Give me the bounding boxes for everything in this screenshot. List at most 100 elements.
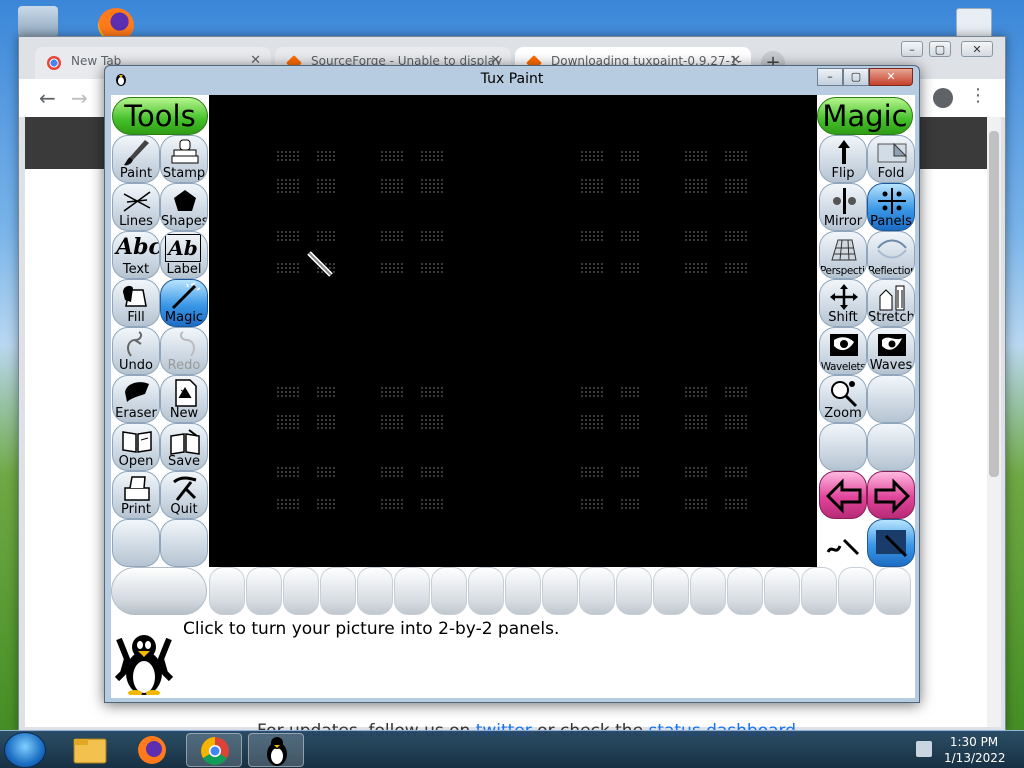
magic-paint-mode-button[interactable] [819, 519, 867, 567]
tool-paint-button[interactable]: Paint [112, 135, 160, 183]
tool-fill-button[interactable]: Fill [112, 279, 160, 327]
color-swatch[interactable] [320, 567, 356, 615]
fold-icon [877, 142, 908, 163]
save-book-icon [170, 429, 200, 455]
paintbrush-icon [124, 140, 149, 166]
drawing-canvas[interactable] [209, 95, 817, 567]
color-swatch[interactable] [357, 567, 393, 615]
window-title: Tux Paint [480, 71, 544, 87]
menu-dots-icon[interactable]: ⋮ [969, 85, 987, 106]
tool-redo-button[interactable]: Redo [160, 327, 208, 375]
network-icon[interactable] [916, 741, 932, 757]
magic-label: Reflection [868, 265, 915, 277]
close-button[interactable]: ✕ [961, 41, 993, 57]
maximize-button[interactable]: ▢ [929, 41, 951, 57]
printer-icon [124, 476, 150, 501]
tool-print-button[interactable]: Print [112, 471, 160, 519]
tool-open-button[interactable]: Open [112, 423, 160, 471]
tool-label: Shapes [161, 214, 208, 229]
tool-eraser-button[interactable]: Eraser [112, 375, 160, 423]
scrollbar[interactable] [987, 117, 1001, 727]
magic-empty-slot [819, 423, 867, 471]
page-right-button[interactable] [867, 471, 915, 519]
color-swatch[interactable] [690, 567, 726, 615]
arrow-right-icon [874, 478, 911, 514]
magic-label: Fold [877, 166, 905, 181]
start-button[interactable] [4, 732, 46, 768]
minimize-button[interactable]: – [901, 41, 923, 57]
tool-undo-button[interactable]: Undo [112, 327, 160, 375]
color-swatch[interactable] [394, 567, 430, 615]
open-book-icon [122, 431, 152, 453]
tool-label-button[interactable]: Ab Label [160, 231, 208, 279]
taskbar-explorer-button[interactable] [62, 733, 118, 767]
page-left-button[interactable] [819, 471, 867, 519]
magic-wavelets-button[interactable]: Wavelets [819, 327, 867, 375]
wavelets-icon [830, 334, 858, 356]
color-swatch[interactable] [727, 567, 763, 615]
color-swatch[interactable] [468, 567, 504, 615]
close-button[interactable]: ✕ [869, 68, 913, 86]
color-swatch[interactable] [801, 567, 837, 615]
tool-save-button[interactable]: Save [160, 423, 208, 471]
tool-lines-button[interactable]: Lines [112, 183, 160, 231]
undo-icon [127, 331, 143, 357]
quit-x-icon [173, 476, 197, 501]
scroll-thumb[interactable] [989, 131, 999, 477]
color-swatch[interactable] [246, 567, 282, 615]
window-controls: – ▢ ✕ [817, 68, 913, 86]
tux-penguin-icon [114, 635, 174, 695]
clock[interactable]: 1:30 PM 1/13/2022 [944, 734, 1006, 766]
tool-label: New [169, 406, 199, 421]
color-swatch[interactable] [283, 567, 319, 615]
magic-zoom-button[interactable]: Zoom [819, 375, 867, 423]
tool-text-button[interactable]: Abc Text [112, 231, 160, 279]
profile-icon[interactable] [933, 88, 953, 108]
magic-label: Stretch [868, 310, 915, 325]
waves-icon [878, 334, 906, 356]
taskbar: 1:30 PM 1/13/2022 [0, 730, 1024, 768]
eraser-icon [125, 382, 149, 402]
magic-perspective-button[interactable]: Perspective [819, 231, 867, 279]
color-swatch[interactable] [875, 567, 911, 615]
magic-wand-icon [171, 282, 201, 310]
magic-empty-slot [867, 375, 915, 423]
taskbar-firefox-button[interactable] [124, 733, 180, 767]
magic-fullscreen-mode-button[interactable] [867, 519, 915, 567]
magic-waves-button[interactable]: Waves [867, 327, 915, 375]
tool-stamp-button[interactable]: Stamp [160, 135, 208, 183]
tool-new-button[interactable]: New [160, 375, 208, 423]
color-swatch[interactable] [838, 567, 874, 615]
color-swatch[interactable] [505, 567, 541, 615]
magic-mirror-button[interactable]: Mirror [819, 183, 867, 231]
recycle-bin-icon[interactable] [18, 6, 58, 40]
color-swatch[interactable] [542, 567, 578, 615]
back-icon[interactable]: ← [39, 86, 56, 110]
tool-label: Stamp [162, 166, 206, 181]
current-color-swatch[interactable] [111, 567, 207, 615]
tool-label: Lines [119, 214, 153, 229]
color-swatch[interactable] [579, 567, 615, 615]
color-swatch[interactable] [431, 567, 467, 615]
magic-reflection-button[interactable]: Reflection [867, 231, 915, 279]
color-swatch[interactable] [764, 567, 800, 615]
tool-quit-button[interactable]: Quit [160, 471, 208, 519]
forward-icon[interactable]: → [71, 86, 88, 110]
color-swatch[interactable] [653, 567, 689, 615]
magic-fold-button[interactable]: Fold [867, 135, 915, 183]
color-swatch[interactable] [209, 567, 245, 615]
maximize-button[interactable]: ▢ [843, 68, 869, 86]
magic-stretch-button[interactable]: Stretch [867, 279, 915, 327]
minimize-button[interactable]: – [817, 68, 843, 86]
tool-magic-button[interactable]: Magic [160, 279, 208, 327]
shift-arrows-icon [830, 284, 858, 310]
color-swatch[interactable] [616, 567, 652, 615]
tool-shapes-button[interactable]: Shapes [160, 183, 208, 231]
taskbar-chrome-button[interactable] [186, 733, 242, 767]
taskbar-tuxpaint-button[interactable] [248, 733, 304, 767]
magic-shift-button[interactable]: Shift [819, 279, 867, 327]
tool-label: Open [118, 454, 154, 469]
magic-panels-button[interactable]: Panels [867, 183, 915, 231]
zoom-magnifier-icon [831, 381, 858, 408]
magic-flip-button[interactable]: Flip [819, 135, 867, 183]
